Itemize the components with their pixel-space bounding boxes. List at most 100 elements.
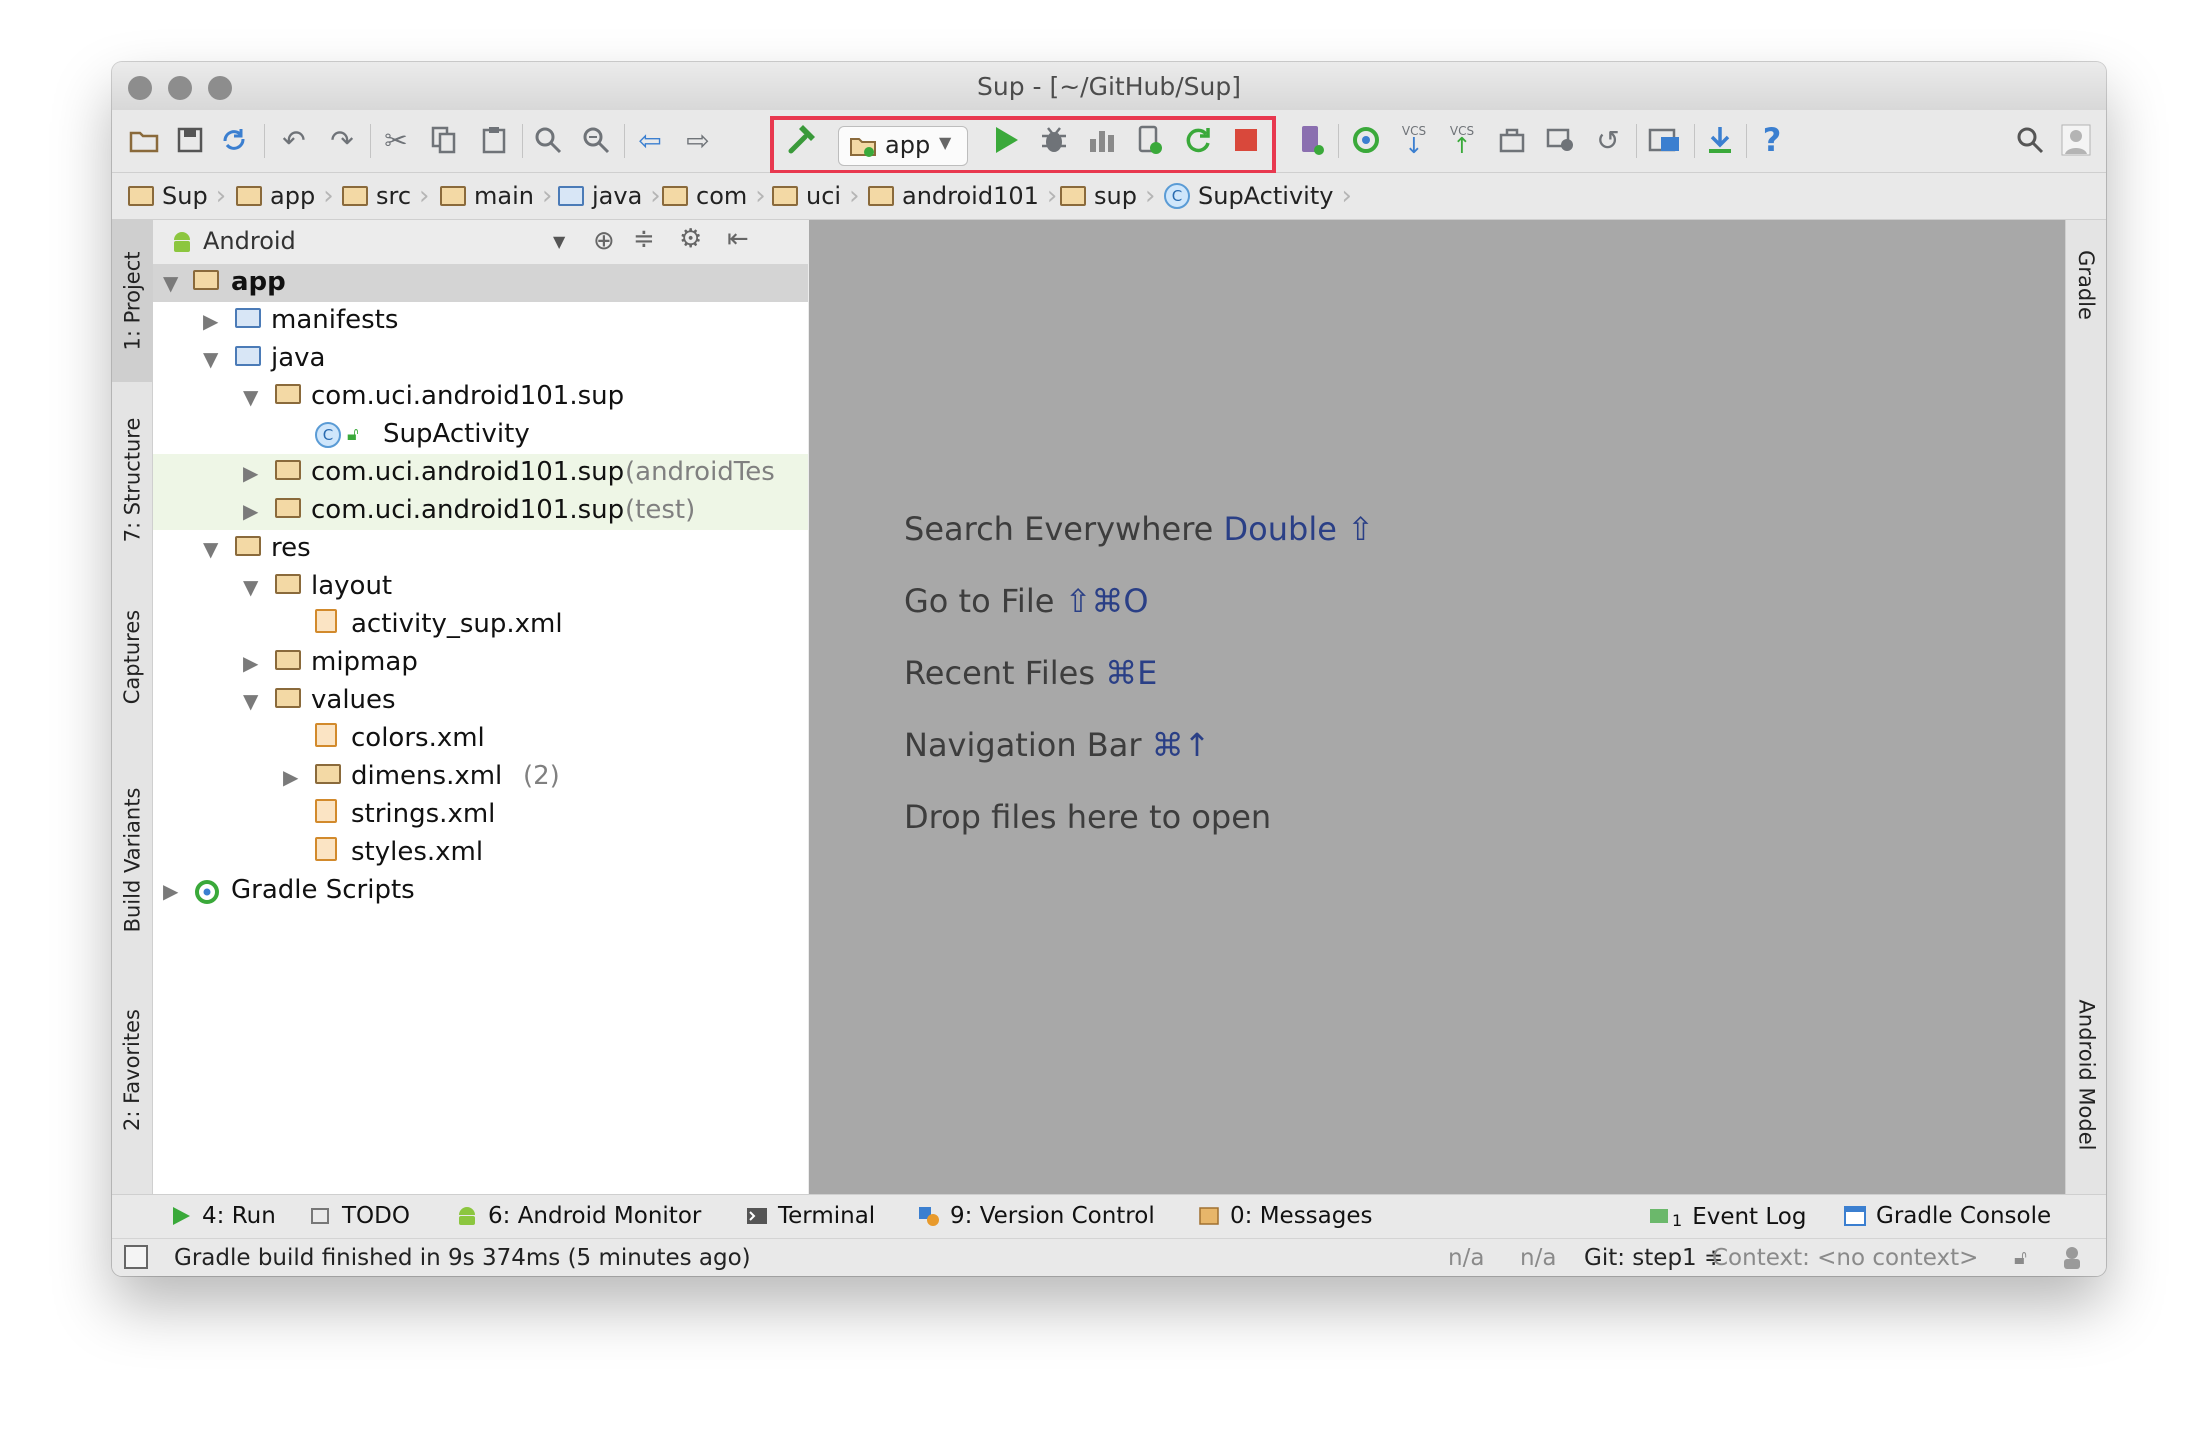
tree-item[interactable]: ▶ Gradle Scripts xyxy=(153,872,808,910)
tree-item[interactable]: ▶ com.uci.android101.sup (androidTes xyxy=(153,454,808,492)
tree-item[interactable]: ▼ java xyxy=(153,340,808,378)
tab-event-log[interactable]: 1 Event Log xyxy=(1648,1203,1806,1230)
chevron-down-icon[interactable]: ▼ xyxy=(163,271,178,295)
lock-icon[interactable]: 🔓︎ xyxy=(2014,1245,2027,1269)
download-icon[interactable] xyxy=(1702,122,1738,158)
tab-version-control[interactable]: 9: Version Control xyxy=(918,1203,1155,1229)
breadcrumb-item[interactable]: uci › xyxy=(772,179,859,213)
redo-icon[interactable]: ↷ xyxy=(324,122,360,158)
tab-todo[interactable]: TODO xyxy=(310,1203,410,1229)
tree-item[interactable]: ▶ mipmap xyxy=(153,644,808,682)
tab-messages[interactable]: 0: Messages xyxy=(1198,1203,1372,1229)
tree-item[interactable]: ▶ manifests xyxy=(153,302,808,340)
sync-gradle-icon[interactable] xyxy=(1348,122,1384,158)
sdk-manager-icon[interactable] xyxy=(1494,122,1530,158)
tree-item[interactable]: ▼ values xyxy=(153,682,808,720)
chevron-down-icon[interactable]: ▼ xyxy=(203,537,218,561)
hide-panel-icon[interactable]: ⇤ xyxy=(727,224,749,254)
tree-item[interactable]: strings.xml xyxy=(153,796,808,834)
breadcrumb-item[interactable]: main › xyxy=(440,179,552,213)
tab-structure[interactable]: 7: Structure xyxy=(112,395,152,565)
package-icon xyxy=(772,186,798,206)
tree-item[interactable]: ▼ layout xyxy=(153,568,808,606)
forward-icon[interactable]: ⇨ xyxy=(680,122,716,158)
chevron-down-icon[interactable]: ▼ xyxy=(203,347,218,371)
avd-manager-icon[interactable] xyxy=(1294,122,1330,158)
xml-file-icon xyxy=(315,837,345,868)
tab-project[interactable]: 1: Project xyxy=(112,220,152,382)
help-icon[interactable]: ? xyxy=(1754,121,1790,159)
chevron-right-icon[interactable]: ▶ xyxy=(203,309,218,333)
tree-item[interactable]: ▼ res xyxy=(153,530,808,568)
cut-icon[interactable]: ✂ xyxy=(378,122,414,158)
chevron-right-icon[interactable]: ▶ xyxy=(283,765,298,789)
user-avatar-icon[interactable] xyxy=(2058,122,2094,158)
folder-icon xyxy=(235,343,269,373)
tab-build-variants[interactable]: Build Variants xyxy=(112,760,152,960)
chevron-right-icon[interactable]: ▶ xyxy=(163,879,178,903)
tree-item[interactable]: ▼ com.uci.android101.sup xyxy=(153,378,808,416)
inspector-icon[interactable] xyxy=(2060,1245,2084,1276)
tab-terminal[interactable]: Terminal xyxy=(746,1203,875,1229)
tab-android-monitor[interactable]: 6: Android Monitor xyxy=(456,1203,701,1229)
chevron-down-icon[interactable]: ▼ xyxy=(553,232,565,251)
tree-item[interactable]: styles.xml xyxy=(153,834,808,872)
tab-gradle-console[interactable]: Gradle Console xyxy=(1844,1203,2051,1229)
breadcrumb-item[interactable]: android101 › xyxy=(868,179,1057,213)
save-icon[interactable] xyxy=(172,122,208,158)
git-branch[interactable]: Git: step1 ≑ xyxy=(1584,1245,1723,1271)
tab-android-model[interactable]: Android Model xyxy=(2066,960,2106,1190)
tree-item[interactable]: C 🔓︎ SupActivity xyxy=(153,416,808,454)
chevron-down-icon[interactable]: ▼ xyxy=(243,575,258,599)
tab-favorites[interactable]: 2: Favorites xyxy=(112,980,152,1160)
copy-icon[interactable] xyxy=(426,122,462,158)
find-icon[interactable] xyxy=(530,122,566,158)
sync-icon[interactable] xyxy=(216,122,252,158)
tree-item[interactable]: ▶ dimens.xml (2) xyxy=(153,758,808,796)
chevron-right-icon[interactable]: ▶ xyxy=(243,499,258,523)
tab-captures[interactable]: Captures xyxy=(112,582,152,732)
chevron-down-icon[interactable]: ▼ xyxy=(243,385,258,409)
search-everywhere-icon[interactable] xyxy=(2012,122,2048,158)
back-icon[interactable]: ⇦ xyxy=(632,122,668,158)
editor-area[interactable]: Search Everywhere Double ⇧ Go to File ⇧⌘… xyxy=(809,220,2099,1194)
undo-icon[interactable]: ↶ xyxy=(276,122,312,158)
package-icon xyxy=(275,381,309,411)
status-context[interactable]: Context: <no context> xyxy=(1712,1245,1978,1271)
paste-icon[interactable] xyxy=(476,122,512,158)
gear-icon[interactable]: ⚙ xyxy=(679,224,702,254)
breadcrumb-item[interactable]: src › xyxy=(342,179,429,213)
locate-icon[interactable]: ⊕ xyxy=(593,226,615,256)
tab-gradle[interactable]: Gradle xyxy=(2066,220,2106,350)
chevron-down-icon[interactable]: ▼ xyxy=(243,689,258,713)
tree-item[interactable]: activity_sup.xml xyxy=(153,606,808,644)
tree-item[interactable]: colors.xml xyxy=(153,720,808,758)
package-icon xyxy=(275,457,309,487)
view-selector[interactable]: Android xyxy=(203,227,296,255)
breadcrumb-item[interactable]: java › xyxy=(558,179,661,213)
status-position: n/a xyxy=(1448,1245,1485,1271)
tree-item[interactable]: ▶ com.uci.android101.sup (test) xyxy=(153,492,808,530)
chevron-right-icon[interactable]: ▶ xyxy=(243,651,258,675)
chevron-right-icon[interactable]: ▶ xyxy=(243,461,258,485)
breadcrumb-item[interactable]: sup › xyxy=(1060,179,1155,213)
vcs-update-icon[interactable]: VCS ↓ xyxy=(1396,122,1432,158)
project-structure-icon[interactable] xyxy=(1646,122,1682,158)
collapse-all-icon[interactable]: ≑ xyxy=(633,224,655,254)
breadcrumb-item[interactable]: C SupActivity › xyxy=(1164,179,1352,213)
todo-icon xyxy=(310,1205,332,1227)
breadcrumb-item[interactable]: com › xyxy=(662,179,766,213)
vcs-commit-icon[interactable]: VCS ↑ xyxy=(1444,122,1480,158)
breadcrumb-item[interactable]: Sup › xyxy=(128,179,226,213)
tool-windows-toggle-icon[interactable] xyxy=(124,1245,148,1269)
tab-run[interactable]: 4: Run xyxy=(170,1203,276,1229)
open-folder-icon[interactable] xyxy=(126,122,162,158)
toolbar-separator xyxy=(1338,124,1339,158)
replace-icon[interactable] xyxy=(578,122,614,158)
revert-icon[interactable]: ↺ xyxy=(1590,122,1626,158)
device-monitor-icon[interactable] xyxy=(1542,122,1578,158)
tree-item[interactable]: ▼ app xyxy=(153,264,808,302)
package-icon xyxy=(1060,186,1086,206)
breadcrumb-item[interactable]: app › xyxy=(236,179,334,213)
status-message: Gradle build finished in 9s 374ms (5 min… xyxy=(174,1245,751,1271)
